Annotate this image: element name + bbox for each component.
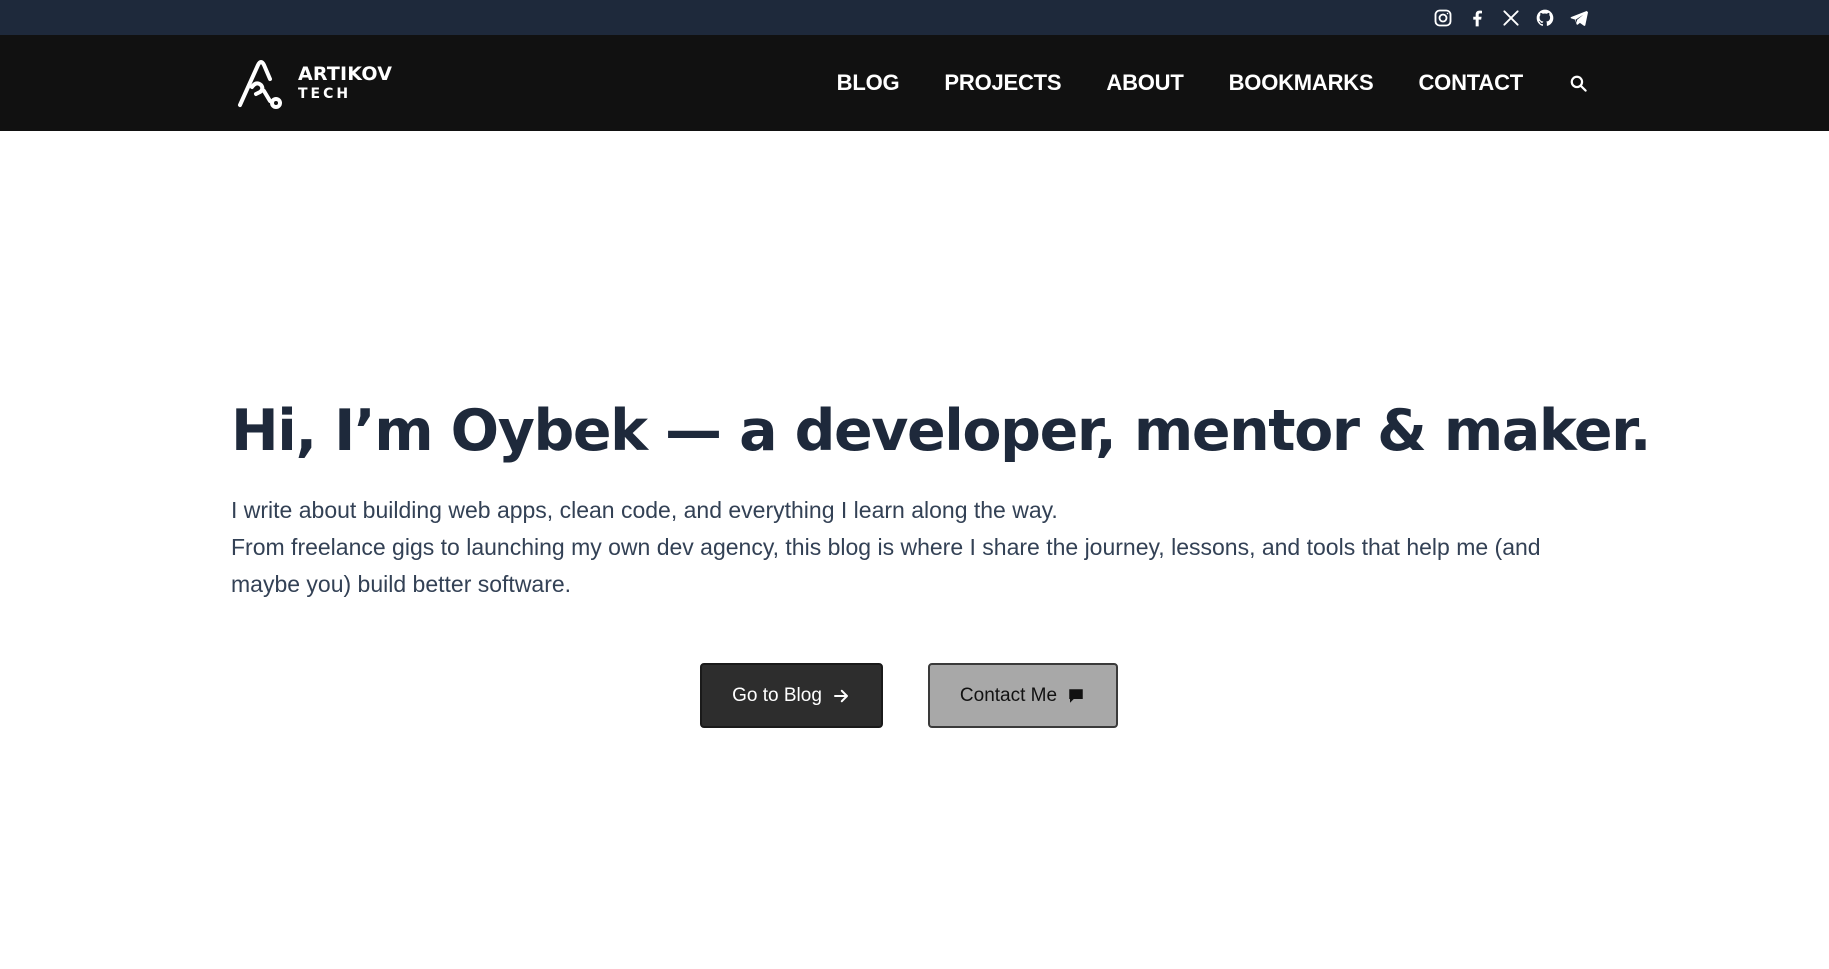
nav-projects[interactable]: PROJECTS [944, 70, 1061, 96]
facebook-icon[interactable] [1466, 7, 1488, 29]
contact-me-label: Contact Me [959, 684, 1058, 706]
hero-content: Hi, I’m Oybek — a developer, mentor & ma… [231, 394, 1651, 603]
go-to-blog-button[interactable]: Go to Blog [699, 663, 883, 728]
contact-me-button[interactable]: Contact Me [927, 663, 1118, 728]
hero-intro: I write about building web apps, clean c… [231, 492, 1601, 603]
nav-about[interactable]: ABOUT [1106, 70, 1183, 96]
telegram-icon[interactable] [1568, 7, 1590, 29]
instagram-icon[interactable] [1432, 7, 1454, 29]
nav-blog[interactable]: BLOG [837, 70, 900, 96]
hero-intro-line-1: I write about building web apps, clean c… [231, 497, 1058, 523]
primary-nav-links: BLOG PROJECTS ABOUT BOOKMARKS CONTACT [792, 35, 1589, 131]
artikov-logo-icon [238, 60, 282, 109]
top-social-bar [0, 0, 1829, 35]
brand-name: ARTIKOV TECH [298, 63, 393, 102]
brand-name-line1: ARTIKOV [298, 63, 393, 85]
chat-bubble-icon [1069, 688, 1083, 703]
nav-contact[interactable]: CONTACT [1418, 70, 1523, 96]
social-links [1432, 0, 1590, 35]
main-navbar: ARTIKOV TECH BLOG PROJECTS ABOUT BOOKMAR… [0, 35, 1829, 131]
hero-title: Hi, I’m Oybek — a developer, mentor & ma… [231, 398, 1651, 464]
search-icon[interactable] [1567, 72, 1589, 94]
nav-bookmarks[interactable]: BOOKMARKS [1229, 70, 1374, 96]
hero-intro-line-2: From freelance gigs to launching my own … [231, 534, 1541, 597]
hero-actions: Go to Blog Contact Me [0, 663, 1829, 728]
brand-logo-link[interactable]: ARTIKOV TECH [234, 55, 392, 111]
x-icon[interactable] [1500, 7, 1522, 29]
go-to-blog-label: Go to Blog [732, 684, 822, 706]
arrow-right-icon [833, 689, 848, 702]
brand-name-line2: TECH [298, 86, 352, 102]
github-icon[interactable] [1534, 7, 1556, 29]
